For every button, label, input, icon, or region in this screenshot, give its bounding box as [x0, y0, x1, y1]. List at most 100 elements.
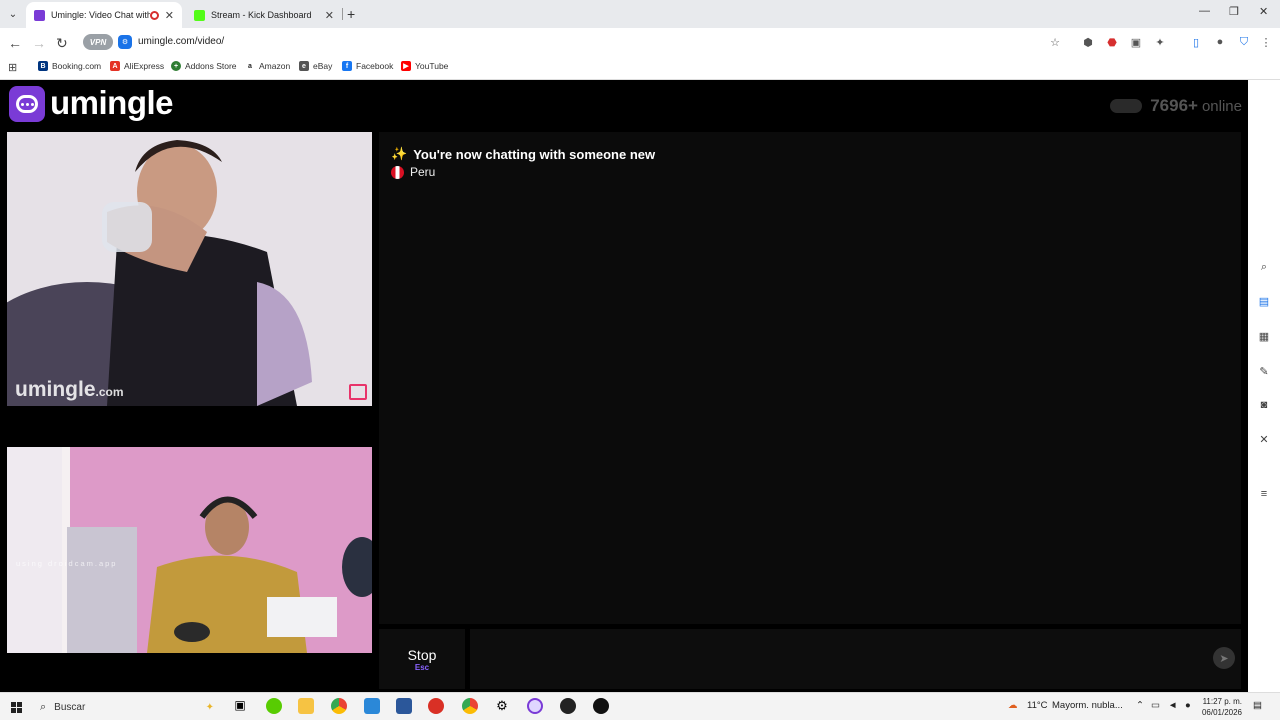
send-icon[interactable]: ➤ — [1213, 647, 1235, 669]
tab-title: Umingle: Video Chat with S — [51, 10, 150, 20]
taskbar-search[interactable]: ⌕ Buscar ✦ — [32, 696, 218, 718]
bookmark-addons-store[interactable]: + Addons Store — [171, 61, 237, 71]
file-explorer-icon[interactable] — [298, 698, 314, 714]
browser-toolbar: ← → ↻ VPN ⚙ umingle.com/video/ ☆ ⬢ ⬣ ▣ ✦… — [0, 28, 1280, 56]
weather-desc[interactable]: Mayorm. nubla... — [1052, 700, 1123, 711]
tab-search-chevron-icon[interactable]: ⌄ — [4, 5, 22, 23]
security-shield-icon[interactable]: ⛉ — [1237, 35, 1251, 49]
minimize-icon[interactable]: — — [1199, 5, 1210, 17]
facebook-icon: f — [342, 61, 352, 71]
menu-kebab-icon[interactable]: ⋮ — [1259, 35, 1273, 49]
system-message: ✨ You're now chatting with someone new — [391, 146, 655, 162]
stop-shortcut: Esc — [414, 662, 430, 672]
stop-label: Stop — [407, 646, 437, 663]
windows-start-icon[interactable] — [11, 702, 22, 713]
recording-icon — [149, 10, 159, 20]
tray-chevron-icon[interactable]: ⌃ — [1136, 700, 1144, 711]
settings-gear-icon[interactable]: ⚙ — [494, 698, 510, 714]
apps-grid-icon[interactable]: ⊞ — [8, 61, 17, 74]
close-tab-icon[interactable]: ✕ — [325, 9, 334, 22]
site-logo-text[interactable]: umingle — [50, 84, 174, 122]
bookmark-label: YouTube — [415, 61, 449, 71]
weather-temp[interactable]: 11°C — [1027, 700, 1048, 711]
gamepad-icon[interactable]: ◙ — [1257, 398, 1271, 412]
briefcase-icon[interactable]: ▦ — [1257, 329, 1271, 343]
clock-date: 06/01/2026 — [1201, 708, 1242, 717]
aliexpress-icon: A — [110, 61, 120, 71]
restore-icon[interactable]: ❐ — [1229, 5, 1239, 18]
word-icon[interactable] — [396, 698, 412, 714]
profile-icon[interactable]: ● — [1213, 35, 1227, 49]
system-message-text: You're now chatting with someone new — [413, 146, 656, 162]
stranger-country: Peru — [391, 165, 435, 179]
address-bar[interactable]: umingle.com/video/ — [138, 36, 224, 47]
amazon-icon: a — [245, 61, 255, 71]
obs-icon[interactable] — [560, 698, 576, 714]
opera-icon[interactable] — [527, 698, 543, 714]
online-count: 7696+ — [1150, 96, 1198, 115]
umingle-favicon-icon — [34, 9, 45, 21]
stranger-video: umingle.com — [7, 132, 372, 406]
app-red-icon[interactable] — [428, 698, 444, 714]
tab-umingle[interactable]: Umingle: Video Chat with S ✕ — [26, 2, 182, 28]
bookmark-ebay[interactable]: e eBay — [299, 61, 332, 71]
youtube-icon: ▶ — [401, 61, 411, 71]
search-highlight-icon: ✦ — [205, 701, 214, 713]
video-ext-icon[interactable]: ▣ — [1129, 35, 1143, 49]
addons-store-icon: + — [171, 61, 181, 71]
new-tab-plus-icon[interactable]: + — [347, 6, 355, 22]
stop-button[interactable]: Stop Esc — [379, 629, 465, 689]
store-icon[interactable] — [364, 698, 380, 714]
extension-shield-icon[interactable]: ⬢ — [1081, 35, 1095, 49]
bookmark-amazon[interactable]: a Amazon — [245, 61, 290, 71]
chrome-profile-icon[interactable] — [462, 698, 478, 714]
tab-kick-dashboard[interactable]: Stream - Kick Dashboard ✕ — [186, 2, 342, 28]
microphone-icon[interactable]: ● — [1185, 700, 1191, 711]
bookmark-label: Booking.com — [52, 61, 102, 71]
window-close-icon[interactable]: ✕ — [1259, 5, 1268, 18]
booking-icon: B — [38, 61, 48, 71]
chat-panel: ✨ You're now chatting with someone new P… — [379, 132, 1241, 624]
bookmark-aliexpress[interactable]: A AliExpress — [110, 61, 164, 71]
umingle-page: umingle 7696+ online umingle.com using d… — [0, 80, 1248, 692]
bookmark-star-icon[interactable]: ☆ — [1048, 35, 1062, 49]
bookmark-label: AliExpress — [124, 61, 165, 71]
duolingo-icon[interactable] — [266, 698, 282, 714]
umingle-logo-icon[interactable] — [9, 86, 45, 122]
bookmark-label: Amazon — [259, 61, 291, 71]
ebay-icon: e — [299, 61, 309, 71]
stranger-person-image — [7, 132, 372, 406]
task-view-icon[interactable]: ▣ — [232, 698, 248, 714]
weather-icon[interactable]: ☁ — [1008, 700, 1018, 711]
tab-title: Stream - Kick Dashboard — [211, 10, 312, 20]
self-video: using droidcam.app — [7, 447, 372, 653]
site-info-icon[interactable]: ⚙ — [118, 35, 132, 49]
adblock-icon[interactable]: ⬣ — [1105, 35, 1119, 49]
network-icon[interactable]: ▭ — [1151, 700, 1160, 711]
tab-divider — [342, 8, 343, 20]
extensions-puzzle-icon[interactable]: ✦ — [1153, 35, 1167, 49]
report-flag-icon[interactable] — [349, 384, 367, 400]
location-app-icon[interactable] — [593, 698, 609, 714]
reload-icon[interactable]: ↻ — [56, 35, 68, 52]
online-toggle[interactable] — [1110, 99, 1143, 113]
bookmark-booking[interactable]: B Booking.com — [38, 61, 101, 71]
message-input[interactable]: ➤ — [470, 629, 1241, 689]
tools-icon[interactable]: ✕ — [1257, 432, 1271, 446]
volume-icon[interactable]: ◄ — [1168, 700, 1177, 711]
bookmark-facebook[interactable]: f Facebook — [342, 61, 393, 71]
forward-arrow-icon[interactable]: → — [32, 35, 46, 51]
chrome-icon[interactable] — [331, 698, 347, 714]
back-arrow-icon[interactable]: ← — [8, 35, 22, 51]
vpn-badge[interactable]: VPN — [83, 34, 113, 50]
sidebar-toggle-icon[interactable]: ▯ — [1189, 35, 1203, 49]
bookmark-youtube[interactable]: ▶ YouTube — [401, 61, 448, 71]
taskbar-clock[interactable]: 11:27 p. m. 06/01/2026 — [1202, 696, 1242, 718]
close-tab-icon[interactable]: ✕ — [165, 9, 174, 22]
customize-sliders-icon[interactable]: ≡ — [1257, 487, 1271, 501]
notifications-icon[interactable]: ▤ — [1253, 700, 1262, 711]
chat-sidebar-icon[interactable]: ▤ — [1257, 294, 1271, 308]
notes-icon[interactable]: ✎ — [1257, 364, 1271, 378]
clock-time: 11:27 p. m. — [1202, 697, 1242, 706]
search-sidebar-icon[interactable]: ⌕ — [1257, 260, 1271, 274]
